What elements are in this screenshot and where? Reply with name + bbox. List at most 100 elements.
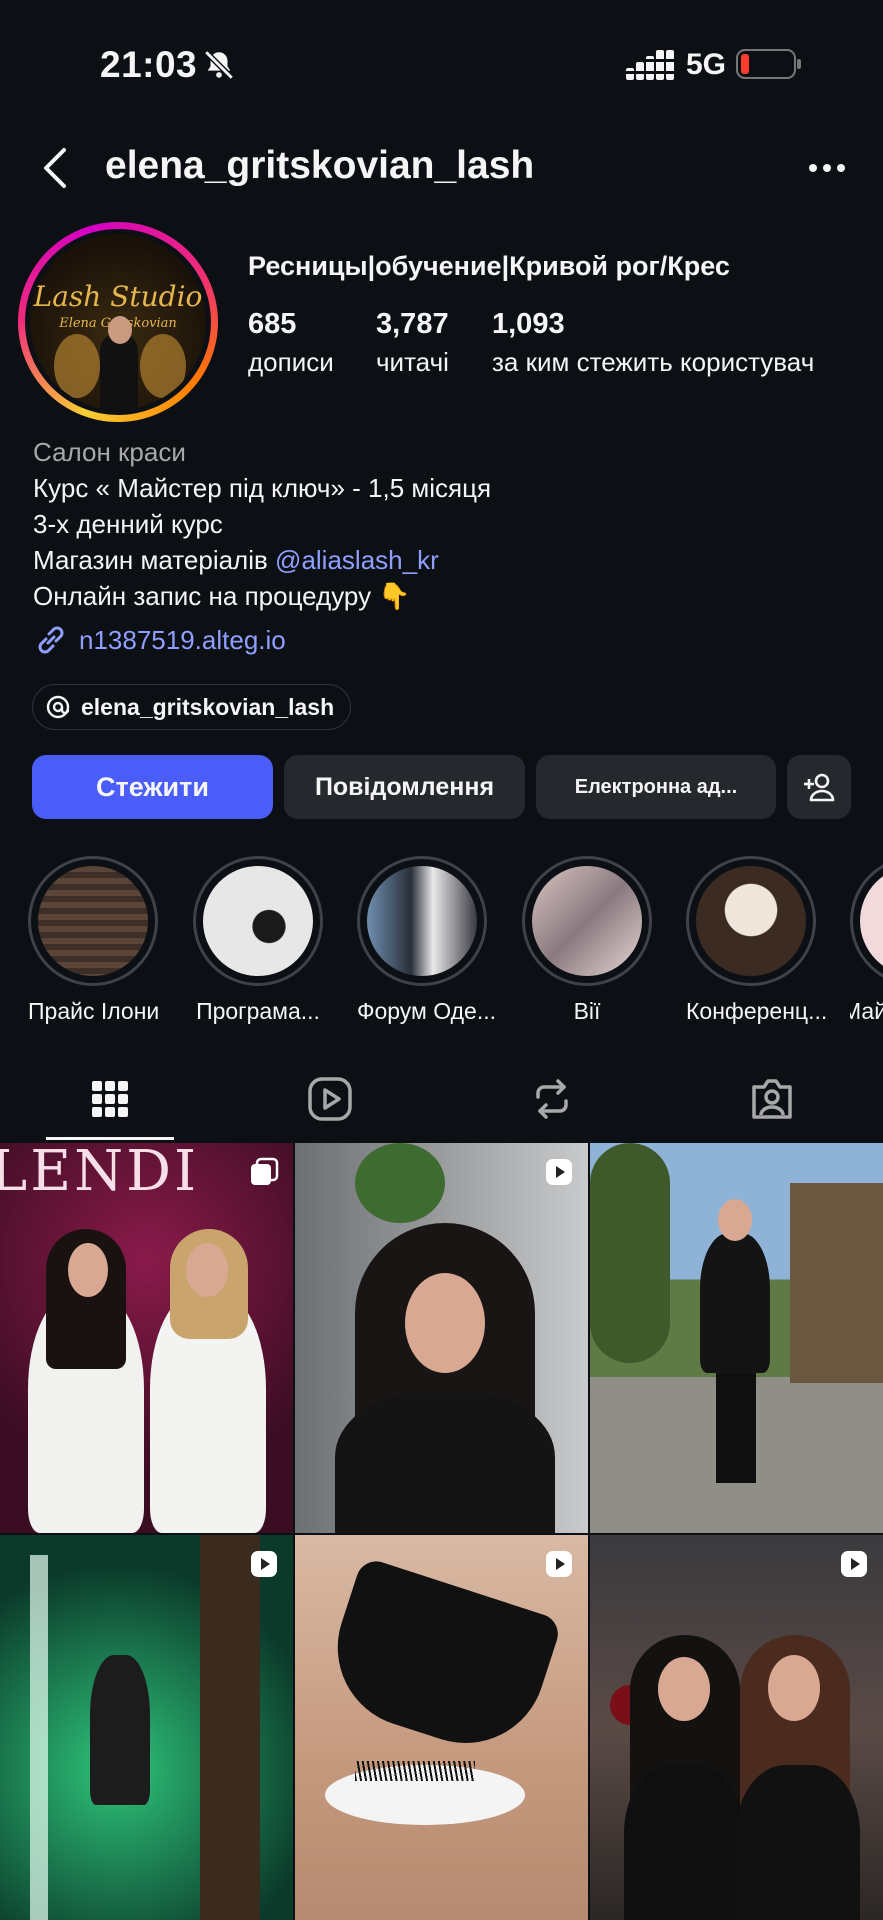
threads-handle: elena_gritskovian_lash (81, 693, 335, 720)
highlight-label: Вії (573, 998, 601, 1024)
stat-posts-value: 685 (248, 308, 297, 340)
post-house (790, 1183, 883, 1383)
add-person-icon (804, 773, 835, 802)
highlight-cover (38, 866, 148, 976)
posts-grid: LENDI (0, 1143, 883, 1920)
wing-left-graphic (54, 334, 100, 398)
bio-link[interactable]: n1387519.alteg.io (33, 622, 286, 658)
stat-followers-label: читачі (376, 347, 449, 377)
highlight-cover (860, 866, 883, 976)
post-tile[interactable] (0, 1535, 293, 1920)
stat-followers[interactable]: 3,787 читачі (376, 308, 449, 378)
grid-icon[interactable] (86, 1075, 134, 1123)
bio-line-2: 3-х денний курс (33, 509, 223, 539)
post-tile[interactable] (295, 1535, 588, 1920)
stat-following-value: 1,093 (492, 308, 565, 340)
highlight-ring (193, 856, 323, 986)
reels-icon[interactable] (306, 1075, 354, 1123)
post-person (736, 1765, 860, 1920)
post-tile[interactable] (295, 1143, 588, 1533)
bio-category: Салон краси (33, 437, 186, 467)
reel-icon (251, 1551, 277, 1577)
bio-mention-link[interactable]: @aliaslash_kr (275, 545, 439, 575)
post-person-face (405, 1273, 485, 1373)
tagged-icon[interactable] (748, 1075, 796, 1123)
network-type: 5G (686, 48, 727, 81)
bio-line-1: Курс « Майстер під ключ» - 1,5 місяця (33, 473, 492, 503)
highlight-ring (357, 856, 487, 986)
battery-icon (736, 49, 801, 79)
post-tile[interactable] (590, 1535, 883, 1920)
bell-muted-icon (204, 50, 234, 80)
highlight-cover (696, 866, 806, 976)
post-person-face (768, 1655, 820, 1721)
status-time: 21:03 (100, 44, 198, 85)
profile-display-name: Ресницы|обучение|Кривой рог/Крес (248, 251, 730, 281)
status-bar: 21:03 5G (0, 0, 883, 130)
post-lashes (355, 1761, 475, 1781)
highlight-label: Май (850, 998, 883, 1024)
threads-profile-pill[interactable]: elena_gritskovian_lash (32, 684, 352, 730)
post-eye-shield (316, 1556, 564, 1764)
profile-tabs (0, 1055, 883, 1145)
highlight-partial[interactable]: Май (850, 856, 883, 1025)
email-button[interactable]: Електронна ад... (536, 755, 776, 819)
more-horizontal-icon[interactable] (808, 156, 846, 180)
profile-username: elena_gritskovian_lash (105, 144, 535, 187)
reposts-icon[interactable] (528, 1075, 576, 1123)
highlight-label: Програма... (196, 998, 320, 1024)
post-tile[interactable]: LENDI (0, 1143, 293, 1533)
post-person (335, 1393, 555, 1533)
post-neon-text: LENDI (0, 1143, 200, 1204)
post-light-beam (30, 1555, 48, 1920)
story-ring[interactable]: Lash Studio Elena Gritskovian (18, 222, 218, 422)
stat-posts[interactable]: 685 дописи (248, 308, 334, 378)
highlight-ring (686, 856, 816, 986)
highlight-ring (850, 856, 883, 986)
highlight-cover (532, 866, 642, 976)
highlight-label: Форум Оде... (357, 998, 497, 1024)
highlight-label: Конференц... (686, 998, 828, 1024)
post-person-face (718, 1199, 752, 1241)
bio-link-text[interactable]: n1387519.alteg.io (79, 625, 286, 656)
avatar-logo-text: Lash Studio (33, 280, 203, 313)
profile-bio: Салон краси Курс « Майстер під ключ» - 1… (33, 434, 491, 614)
highlight-conference[interactable]: Конференц... (686, 856, 828, 1025)
highlight-cover (367, 866, 477, 976)
bio-line-4: Онлайн запис на процедуру 👇 (33, 581, 411, 611)
threads-icon (46, 695, 70, 719)
follow-button[interactable]: Стежити (32, 755, 273, 819)
reel-icon (546, 1551, 572, 1577)
post-person (90, 1655, 150, 1805)
post-person-boots (716, 1373, 756, 1483)
avatar: Lash Studio Elena Gritskovian (30, 234, 206, 410)
highlight-price[interactable]: Прайс Ілони (28, 856, 159, 1025)
post-person-face (68, 1243, 108, 1297)
signal-icon (626, 50, 674, 80)
post-tile[interactable] (590, 1143, 883, 1533)
suggested-users-button[interactable] (787, 755, 851, 819)
active-tab-indicator (46, 1137, 174, 1140)
link-icon (38, 626, 64, 654)
highlight-forum[interactable]: Форум Оде... (357, 856, 497, 1025)
highlight-lashes[interactable]: Вії (522, 856, 652, 1025)
profile-screen: 21:03 5G elena_gritskovian_lash Lash Stu… (0, 0, 883, 1920)
post-person (624, 1765, 744, 1920)
highlight-program[interactable]: Програма... (193, 856, 323, 1025)
chevron-left-icon[interactable] (36, 146, 76, 190)
post-person (700, 1233, 770, 1373)
post-tree (590, 1143, 670, 1363)
bio-line-3: Магазин матеріалів @aliaslash_kr (33, 542, 491, 578)
stat-following[interactable]: 1,093 за ким стежить користувач (492, 308, 814, 378)
stat-following-label: за ким стежить користувач (492, 347, 815, 377)
bio-line-3-text: Магазин матеріалів (33, 545, 276, 575)
post-person-face (658, 1657, 710, 1721)
post-plant (355, 1143, 445, 1223)
post-hookah (200, 1535, 260, 1920)
message-button[interactable]: Повідомлення (284, 755, 525, 819)
highlight-ring (522, 856, 652, 986)
reel-icon (841, 1551, 867, 1577)
reel-icon (546, 1159, 572, 1185)
carousel-icon (251, 1157, 279, 1185)
avatar-person-head (108, 316, 132, 344)
